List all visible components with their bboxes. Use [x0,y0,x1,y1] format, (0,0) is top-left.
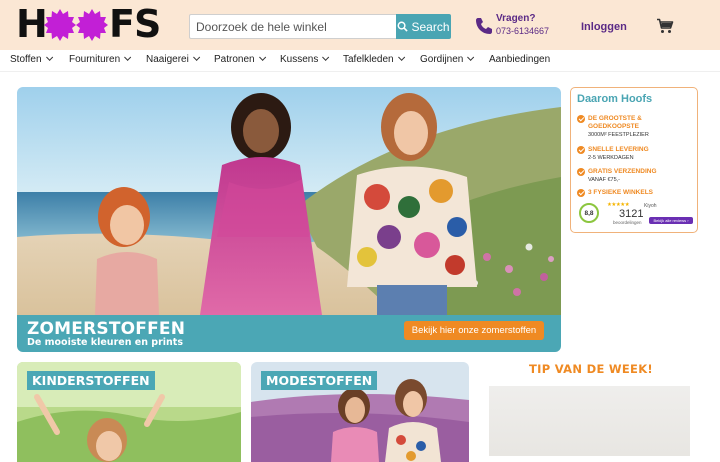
usp-title: DE GROOTSTE & GOEDKOOPSTE [588,115,642,130]
why-hoofs-panel: Daarom Hoofs DE GROOTSTE & GOEDKOOPSTE 30… [570,87,698,233]
category-card-modestoffen[interactable]: MODESTOFFEN [251,362,469,462]
logo-flower-icon [44,9,76,41]
nav-item-label: Tafelkleden [343,54,394,65]
search-button[interactable]: Search [396,14,451,39]
logo-flower-icon [76,9,108,41]
nav-item-label: Naaigerei [146,54,189,65]
chevron-down-icon [397,53,405,61]
nav-item-naaigerei[interactable]: Naaigerei [146,53,200,65]
logo-letters-fs: FS [109,2,161,46]
phone-icon [476,18,492,34]
login-link[interactable]: Inloggen [581,21,627,33]
hero-banner[interactable]: ZOMERSTOFFEN De mooiste kleuren en print… [17,87,561,352]
usp-title: 3 FYSIEKE WINKELS [588,189,654,196]
chevron-down-icon [45,53,53,61]
nav-item-label: Stoffen [10,54,42,65]
nav-item-tafelkleden[interactable]: Tafelkleden [343,53,405,65]
site-header: H FS Search Vragen? 073-6134667 Inloggen [0,0,720,50]
category-label: MODESTOFFEN [261,371,378,390]
checkmark-icon [577,115,585,123]
why-hoofs-title: Daarom Hoofs [577,93,653,105]
search-bar: Search [189,14,451,39]
chevron-down-icon [322,53,330,61]
nav-item-fournituren[interactable]: Fournituren [69,53,132,65]
nav-item-patronen[interactable]: Patronen [214,53,266,65]
nav-item-kussens[interactable]: Kussens [280,53,330,65]
contact-label: Vragen? [496,13,536,24]
usp-title: GRATIS VERZENDING [588,168,657,175]
nav-item-label: Fournituren [69,54,121,65]
review-brand: Kiyoh [644,203,657,209]
chevron-down-icon [124,53,132,61]
chevron-down-icon [258,53,266,61]
tip-of-week-title: TIP VAN DE WEEK! [529,362,653,376]
tip-of-week-image[interactable] [489,386,690,456]
hero-subtitle: De mooiste kleuren en prints [27,337,183,348]
checkmark-icon [577,189,585,197]
nav-item-label: Kussens [280,54,319,65]
usp-detail: 3000M² FEESTPLEZIER [588,132,649,138]
nav-item-aanbiedingen[interactable]: Aanbiedingen [489,54,550,65]
chevron-down-icon [192,53,200,61]
usp-title: SNELLE LEVERING [588,146,649,153]
usp-detail: VANAF €75,- [588,177,620,183]
all-reviews-button[interactable]: Bekijk alle reviews › [649,217,693,224]
category-card-kinderstoffen[interactable]: KINDERSTOFFEN [17,362,241,462]
contact-phone[interactable]: 073-6134667 [496,26,549,36]
nav-item-label: Aanbiedingen [489,54,551,65]
site-logo[interactable]: H FS [16,4,161,44]
usp-detail: 2-5 WERKDAGEN [588,155,634,161]
search-icon [398,21,409,32]
review-count: 3121 [619,208,644,220]
review-widget: 8,8 ★★★★★ Kiyoh 3121 beoordelingen Bekij… [577,200,693,226]
main-navigation: Stoffen Fournituren Naaigerei Patronen K… [0,50,720,72]
cart-icon[interactable] [656,18,674,34]
nav-item-stoffen[interactable]: Stoffen [10,53,53,65]
nav-item-label: Patronen [214,54,255,65]
search-button-label: Search [411,19,450,34]
contact-info[interactable]: Vragen? 073-6134667 [474,12,554,40]
hero-cta-button[interactable]: Bekijk hier onze zomerstoffen [404,321,544,340]
checkmark-icon [577,168,585,176]
search-input[interactable] [189,14,397,39]
checkmark-icon [577,146,585,154]
nav-item-gordijnen[interactable]: Gordijnen [420,53,475,65]
hero-image [17,87,561,315]
hero-title: ZOMERSTOFFEN [27,319,186,339]
hero-caption-band: ZOMERSTOFFEN De mooiste kleuren en print… [17,315,561,352]
category-label: KINDERSTOFFEN [27,371,155,390]
review-count-label: beoordelingen [613,220,642,225]
nav-item-label: Gordijnen [420,54,464,65]
review-score: 8,8 [579,203,599,223]
chevron-down-icon [467,53,475,61]
